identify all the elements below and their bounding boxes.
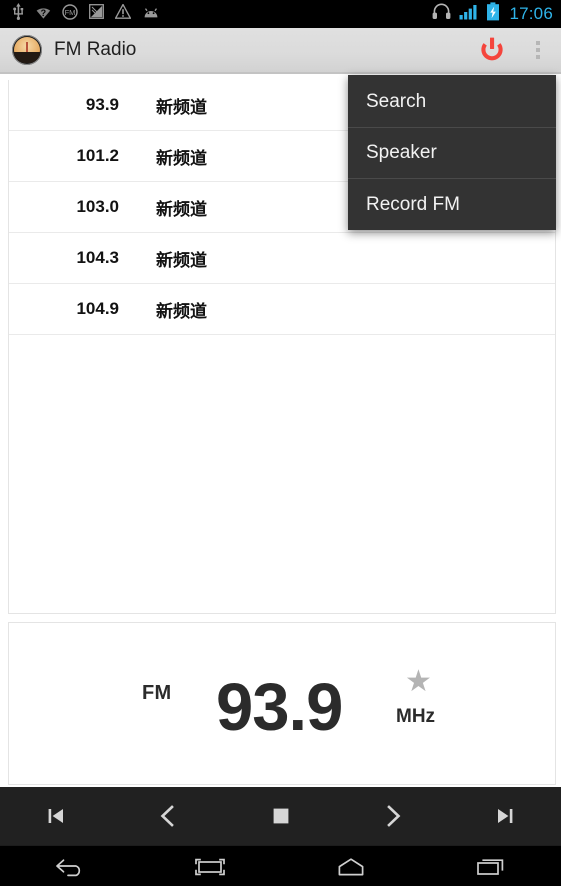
frequency-display-inner: FM 93.9 ★ MHz [9, 623, 555, 784]
home-icon [338, 857, 364, 875]
menu-item-label: Search [366, 91, 427, 112]
screenshot-icon [89, 4, 104, 24]
nav-back-button[interactable] [0, 846, 140, 886]
app-icon-ground [14, 52, 40, 63]
menu-item-label: Speaker [366, 142, 437, 163]
frequency-unit: MHz [396, 706, 436, 727]
fm-radio-running-icon: FM [62, 3, 78, 25]
battery-charging-icon [486, 2, 500, 26]
skip-back-icon [48, 809, 64, 823]
recents-icon [477, 858, 504, 875]
nav-screenshot-button[interactable] [140, 846, 280, 886]
status-bar-clock: 17:06 [509, 4, 553, 23]
previous-station-button[interactable] [0, 787, 112, 845]
stop-button[interactable] [224, 787, 336, 845]
android-robot-icon [142, 5, 160, 23]
status-bar: ? FM 17:06 [0, 0, 561, 28]
current-frequency: 93.9 [216, 670, 343, 745]
svg-text:?: ? [41, 8, 47, 18]
menu-item-label: Record FM [366, 193, 460, 215]
station-name: 新频道 [156, 97, 207, 118]
band-label: FM [142, 682, 172, 704]
station-frequency: 93.9 [85, 95, 119, 114]
menu-item-speaker[interactable]: Speaker [348, 128, 556, 179]
overflow-dropdown-menu: Search Speaker Record FM [348, 75, 556, 230]
chevron-right-icon [386, 805, 401, 827]
power-button[interactable] [469, 27, 515, 73]
favorite-star-icon[interactable]: ★ [405, 667, 432, 697]
station-name: 新频道 [156, 199, 207, 220]
station-frequency: 104.3 [76, 248, 119, 267]
back-arrow-icon [56, 858, 81, 876]
screenshot-frame-icon [195, 858, 226, 875]
stop-icon [273, 808, 288, 824]
warning-icon [114, 3, 132, 24]
table-row[interactable]: 104.3 新频道 [9, 233, 555, 284]
station-name: 新频道 [156, 250, 207, 271]
table-row[interactable]: 104.9 新频道 [9, 284, 555, 335]
nav-recents-button[interactable] [421, 846, 561, 886]
overflow-menu-button[interactable] [515, 27, 561, 73]
menu-item-record-fm[interactable]: Record FM [348, 179, 556, 230]
station-name: 新频道 [156, 301, 207, 322]
station-name: 新频道 [156, 148, 207, 169]
status-bar-left-icons: ? FM [12, 3, 432, 25]
svg-text:FM: FM [65, 8, 76, 17]
signal-icon [459, 4, 478, 25]
overflow-dot-icon [536, 55, 540, 59]
menu-item-search[interactable]: Search [348, 77, 556, 128]
phone-screen: ? FM 17:06 FM Radio 93.9 新频道 101.2 新频道 1… [0, 0, 561, 886]
frequency-display: FM 93.9 ★ MHz [8, 622, 556, 785]
overflow-dot-icon [536, 41, 540, 45]
status-bar-right-icons: 17:06 [432, 2, 553, 26]
station-frequency: 103.0 [76, 197, 119, 216]
overflow-dot-icon [536, 48, 540, 52]
skip-forward-icon [497, 809, 513, 823]
station-frequency: 101.2 [76, 146, 119, 165]
wifi-question-icon: ? [36, 3, 51, 25]
usb-debug-icon [12, 3, 25, 25]
step-up-button[interactable] [337, 787, 449, 845]
android-navigation-bar [0, 845, 561, 886]
app-title: FM Radio [54, 39, 137, 60]
step-down-button[interactable] [112, 787, 224, 845]
next-station-button[interactable] [449, 787, 561, 845]
nav-home-button[interactable] [281, 846, 421, 886]
power-icon [481, 37, 503, 61]
player-control-bar [0, 787, 561, 845]
fm-radio-app-icon [12, 35, 42, 65]
action-bar: FM Radio [0, 28, 561, 74]
headset-icon [432, 3, 451, 25]
chevron-left-icon [160, 805, 175, 827]
station-frequency: 104.9 [76, 299, 119, 318]
